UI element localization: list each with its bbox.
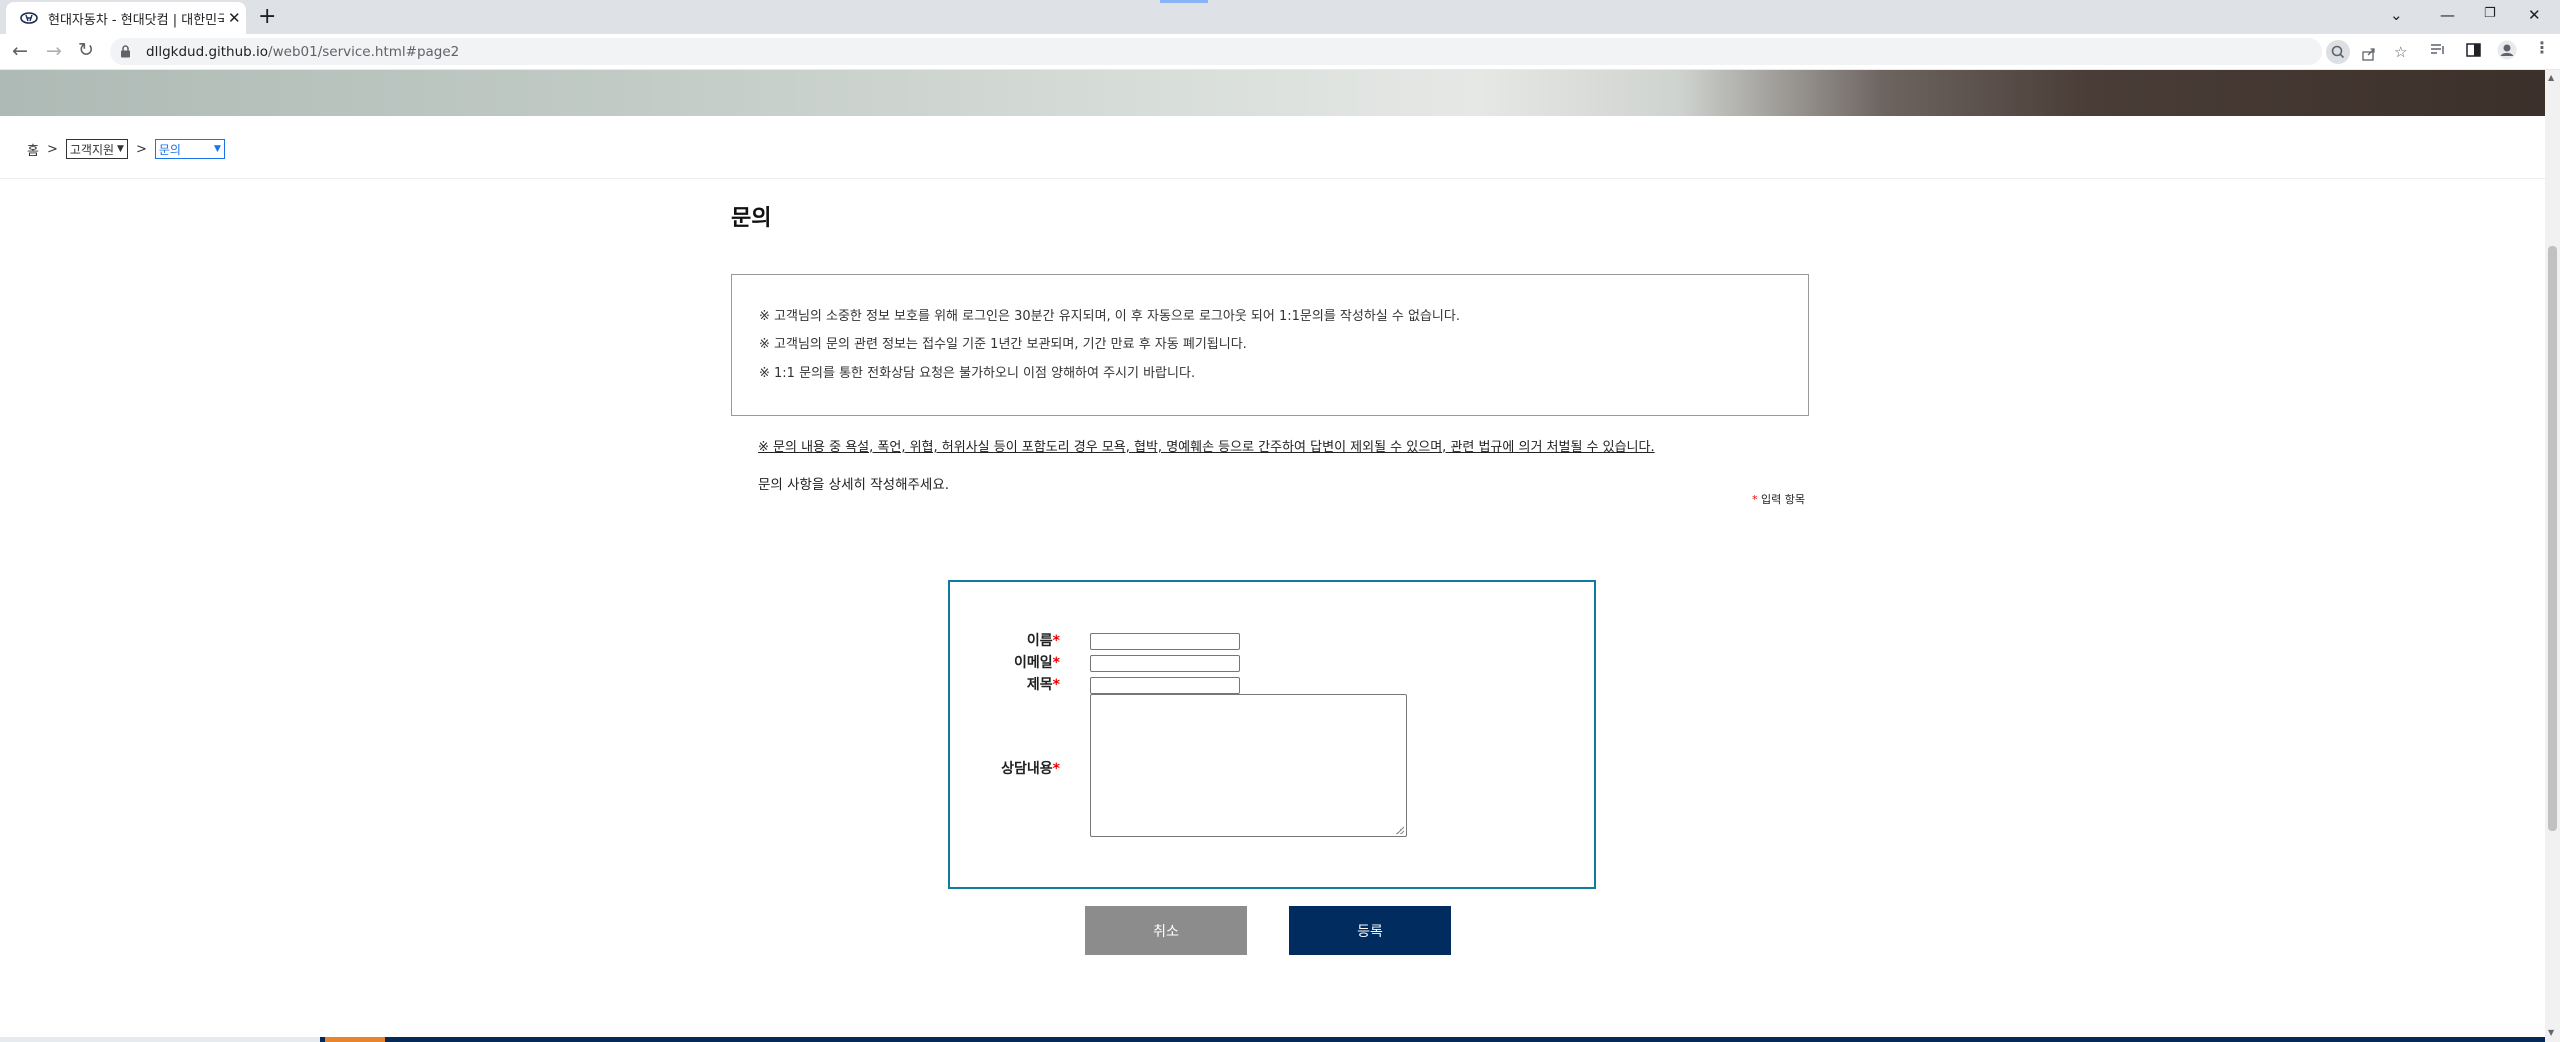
page-title: 문의: [731, 206, 772, 231]
more-menu-icon[interactable]: ⋮: [2534, 38, 2550, 57]
bookmark-star-icon[interactable]: ☆: [2394, 43, 2407, 61]
breadcrumb-divider: [0, 178, 2545, 179]
name-input[interactable]: [1090, 633, 1240, 650]
scroll-down-arrow-icon[interactable]: ▼: [2548, 1028, 2554, 1037]
inquiry-form: 이름* 이메일* 제목* 상담내용*: [948, 580, 1596, 889]
chevron-down-icon: ▼: [117, 144, 124, 154]
forward-icon[interactable]: →: [46, 40, 62, 62]
email-label: 이메일*: [1014, 655, 1060, 671]
browser-tab[interactable]: 현대자동차 - 현대닷컴 | 대한민국 ✕: [6, 2, 246, 34]
profile-avatar-icon[interactable]: [2497, 40, 2517, 64]
subject-input[interactable]: [1090, 677, 1240, 694]
content-label: 상담내용*: [1001, 761, 1060, 777]
content-textarea[interactable]: [1090, 694, 1407, 837]
page-select[interactable]: 문의 ▼: [154, 139, 225, 159]
scroll-up-arrow-icon[interactable]: ▲: [2548, 73, 2554, 82]
reload-icon[interactable]: ↻: [78, 39, 94, 61]
notice-line: ※ 고객님의 소중한 정보 보호를 위해 로그인은 30분간 유지되며, 이 후…: [759, 309, 1460, 324]
submit-button[interactable]: 등록: [1289, 906, 1451, 955]
breadcrumb-separator: >: [135, 141, 147, 157]
close-tab-icon[interactable]: ✕: [228, 9, 241, 27]
tab-bar-accent: [1160, 0, 1208, 3]
new-tab-icon[interactable]: +: [258, 4, 276, 29]
side-panel-icon[interactable]: [2466, 42, 2481, 61]
cancel-button[interactable]: 취소: [1085, 906, 1247, 955]
breadcrumb-separator: >: [46, 141, 58, 157]
notice-box: ※ 고객님의 소중한 정보 보호를 위해 로그인은 30분간 유지되며, 이 후…: [731, 274, 1809, 416]
address-bar[interactable]: dllgkdud.github.io/web01/service.html#pa…: [110, 38, 2407, 65]
browser-tab-bar: 현대자동차 - 현대닷컴 | 대한민국 ✕ + ⌄ — ❐ ✕: [0, 0, 2560, 34]
zoom-icon[interactable]: [2326, 40, 2350, 64]
resize-handle-icon[interactable]: [1396, 826, 1404, 834]
warning-text: ※ 문의 내용 중 욕설, 폭언, 위협, 허위사실 등이 포함도리 경우 모욕…: [758, 440, 1655, 455]
reading-list-icon[interactable]: [2430, 42, 2446, 61]
hyundai-logo-icon: [20, 9, 38, 27]
notice-line: ※ 고객님의 문의 관련 정보는 접수일 기준 1년간 보관되며, 기간 만료 …: [759, 337, 1247, 352]
subject-label: 제목*: [1026, 677, 1060, 693]
back-icon[interactable]: ←: [12, 40, 28, 62]
share-icon[interactable]: [2362, 46, 2376, 65]
browser-toolbar: ← → ↻ dllgkdud.github.io/web01/service.h…: [0, 34, 2560, 70]
lock-icon: [120, 45, 134, 59]
hero-banner-image: [0, 70, 2545, 116]
chevron-down-icon: ▼: [213, 144, 221, 154]
notice-line: ※ 1:1 문의를 통한 전화상담 요청은 불가하오니 이점 양해하여 주시기 …: [759, 366, 1196, 381]
minimize-icon[interactable]: —: [2440, 6, 2455, 24]
category-select[interactable]: 고객지원 ▼: [65, 139, 128, 159]
restore-icon[interactable]: ❐: [2484, 6, 2496, 21]
url-text: dllgkdud.github.io/web01/service.html#pa…: [146, 43, 460, 60]
window-close-icon[interactable]: ✕: [2528, 6, 2541, 24]
instruction-text: 문의 사항을 상세히 작성해주세요.: [758, 477, 950, 493]
tab-search-chevron-icon[interactable]: ⌄: [2390, 6, 2403, 24]
name-label: 이름*: [1026, 633, 1060, 649]
tab-title: 현대자동차 - 현대닷컴 | 대한민국: [48, 12, 224, 28]
scrollbar-thumb[interactable]: [2548, 246, 2557, 831]
breadcrumb-home[interactable]: 홈: [27, 140, 39, 159]
email-input[interactable]: [1090, 655, 1240, 672]
footer-strip: [0, 1037, 2545, 1042]
breadcrumb: 홈 > 고객지원 ▼ > 문의 ▼: [27, 139, 225, 159]
required-field-note: * 입력 항목: [1752, 493, 1805, 506]
